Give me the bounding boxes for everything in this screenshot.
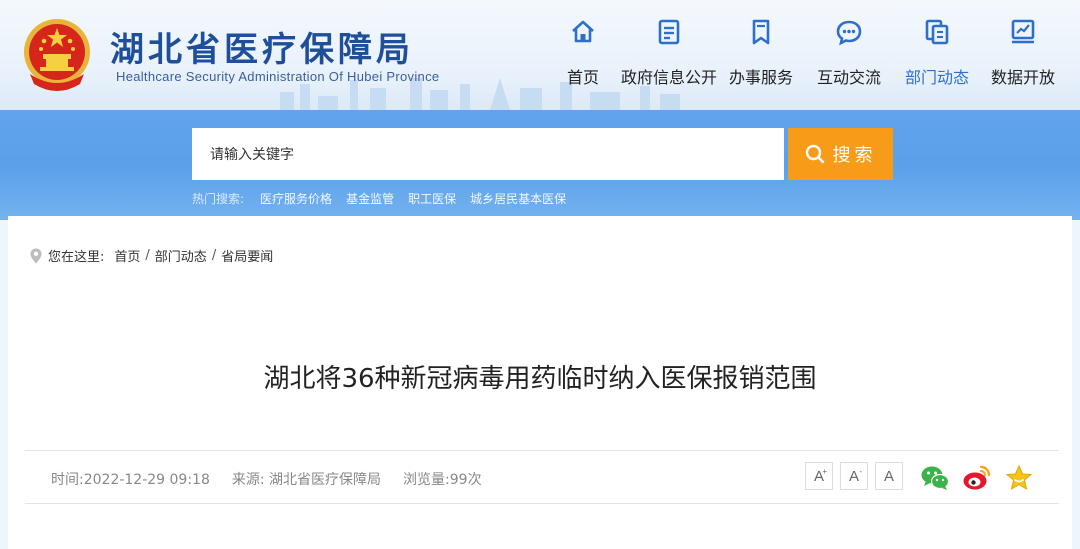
view-count: 浏览量:99次	[403, 472, 482, 488]
nav-label: 部门动态	[904, 68, 969, 87]
decrease-mark: -	[859, 467, 862, 476]
font-decrease-label: A	[848, 467, 859, 485]
site-header: 湖北省医疗保障局 Healthcare Security Administrat…	[0, 0, 1080, 110]
font-increase-button[interactable]: A +	[805, 462, 833, 490]
article-meta-bar: 时间:2022-12-29 09:18 来源: 湖北省医疗保障局 浏览量:99次…	[25, 450, 1059, 504]
nav-label: 互动交流	[816, 68, 881, 87]
site-subtitle: Healthcare Security Administration Of Hu…	[116, 69, 440, 84]
nav-item-services[interactable]: 办事服务	[711, 18, 811, 88]
home-icon	[572, 20, 594, 43]
breadcrumb-prefix: 您在这里:	[48, 250, 105, 265]
article-title: 湖北将36种新冠病毒用药临时纳入医保报销范围	[263, 364, 817, 394]
nav-item-gov-info[interactable]: 政府信息公开	[619, 18, 719, 88]
files-icon	[925, 19, 949, 45]
font-decrease-button[interactable]: A -	[840, 462, 868, 490]
nav-label: 数据开放	[990, 68, 1055, 87]
search-button[interactable]: 搜索	[788, 128, 893, 180]
breadcrumb-department-news[interactable]: 部门动态	[155, 246, 207, 265]
breadcrumb-separator: /	[145, 248, 150, 263]
font-reset-button[interactable]: A	[875, 462, 903, 490]
search-icon	[805, 144, 824, 164]
font-size-controls: A + A - A	[805, 462, 903, 490]
nav-item-open-data[interactable]: 数据开放	[973, 18, 1073, 88]
hot-search-link[interactable]: 职工医保	[408, 190, 456, 207]
search-button-label: 搜索	[832, 145, 877, 165]
nav-item-home[interactable]: 首页	[533, 18, 633, 88]
document-icon	[658, 19, 680, 45]
hot-search-link[interactable]: 城乡居民基本医保	[470, 190, 566, 207]
increase-mark: +	[822, 467, 827, 476]
hot-search-link[interactable]: 医疗服务价格	[260, 190, 332, 207]
nav-label: 政府信息公开	[620, 68, 717, 87]
nav-label: 首页	[566, 68, 599, 87]
national-emblem-logo	[24, 19, 90, 91]
hot-searches: 热门搜索: 医疗服务价格 基金监管 职工医保 城乡居民基本医保	[192, 190, 566, 207]
favorite-star-icon[interactable]	[1004, 464, 1034, 492]
breadcrumb-separator: /	[211, 248, 217, 263]
breadcrumb-provincial-news[interactable]: 省局要闻	[221, 246, 273, 265]
bookmark-icon	[752, 19, 770, 45]
nav-item-interaction[interactable]: 互动交流	[799, 18, 899, 88]
article-meta: 时间:2022-12-29 09:18 来源: 湖北省医疗保障局 浏览量:99次	[51, 469, 482, 489]
location-pin-icon	[30, 248, 42, 263]
search-input[interactable]	[192, 128, 784, 180]
content-card: 您在这里: 首页 / 部门动态 / 省局要闻 湖北将36种新冠病毒用药临时纳入医…	[8, 216, 1072, 549]
nav-label: 办事服务	[728, 68, 793, 87]
chat-icon	[836, 20, 862, 46]
site-title: 湖北省医疗保障局	[110, 30, 414, 70]
wechat-icon[interactable]	[920, 464, 950, 492]
publish-time: 时间:2022-12-29 09:18	[51, 472, 210, 488]
share-buttons	[920, 464, 1034, 492]
hot-search-label: 热门搜索:	[192, 192, 245, 206]
nav-item-department-news[interactable]: 部门动态	[887, 18, 987, 88]
hot-search-link[interactable]: 基金监管	[346, 190, 394, 207]
chart-icon	[1011, 19, 1035, 44]
search-band: 搜索 热门搜索: 医疗服务价格 基金监管 职工医保 城乡居民基本医保	[0, 110, 1080, 220]
article-source: 来源: 湖北省医疗保障局	[231, 472, 382, 488]
weibo-icon[interactable]	[962, 464, 992, 492]
breadcrumb-home[interactable]: 首页	[114, 246, 140, 265]
breadcrumb: 您在这里: 首页 / 部门动态 / 省局要闻	[30, 246, 273, 265]
font-reset-label: A	[883, 467, 894, 485]
